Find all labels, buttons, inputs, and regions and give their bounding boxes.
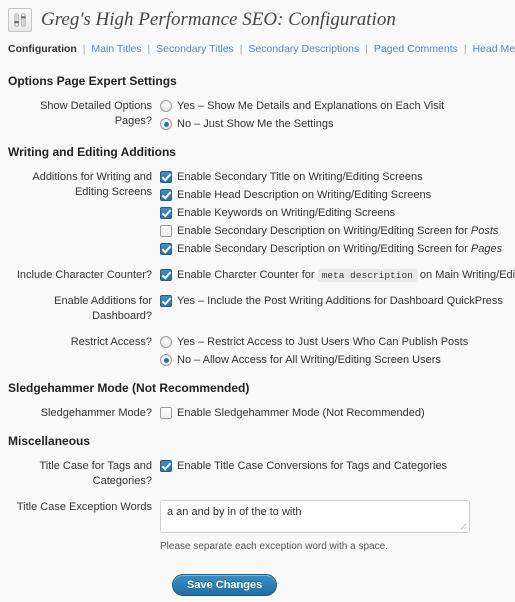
checkbox-icon[interactable] bbox=[160, 269, 172, 281]
settings-form: Options Page Expert Settings Show Detail… bbox=[0, 74, 515, 596]
field-row-sledgehammer-mode: Sledgehammer Mode? Enable Sledgehammer M… bbox=[0, 406, 515, 421]
checkbox-icon[interactable] bbox=[160, 171, 172, 183]
field-row-title-case: Title Case for Tags and Categories? Enab… bbox=[0, 459, 515, 489]
section-heading-sledgehammer: Sledgehammer Mode (Not Recommended) bbox=[8, 381, 250, 395]
field-row-dashboard-additions: Enable Additions for Dashboard? Yes – In… bbox=[0, 294, 515, 324]
field-row-restrict-access: Restrict Access? Yes – Restrict Access t… bbox=[0, 335, 515, 368]
checkbox-icon[interactable] bbox=[160, 225, 172, 237]
field-label-writing-additions: Additions for Writing and Editing Screen… bbox=[32, 171, 152, 198]
radio-option-restrict-yes[interactable]: Yes – Restrict Access to Just Users Who … bbox=[160, 335, 515, 350]
field-row-show-detailed-options: Show Detailed Options Pages? Yes – Show … bbox=[0, 99, 515, 132]
nav-item-secondary-descriptions[interactable]: Secondary Descriptions bbox=[248, 43, 359, 55]
breadcrumb-nav: Configuration | Main Titles | Secondary … bbox=[0, 34, 515, 61]
checkbox-icon[interactable] bbox=[160, 295, 172, 307]
field-label-sledgehammer-mode: Sledgehammer Mode? bbox=[40, 407, 152, 419]
field-label-title-case: Title Case for Tags and Categories? bbox=[39, 460, 152, 487]
checkbox-option-secondary-description-pages[interactable]: Enable Secondary Description on Writing/… bbox=[160, 242, 515, 257]
radio-icon[interactable] bbox=[160, 118, 172, 130]
checkbox-option-head-description[interactable]: Enable Head Description on Writing/Editi… bbox=[160, 188, 515, 203]
checkbox-label: Enable Secondary Description on Writing/… bbox=[177, 243, 503, 255]
nav-item-configuration[interactable]: Configuration bbox=[8, 43, 77, 55]
section-heading-options-page: Options Page Expert Settings bbox=[8, 74, 177, 88]
checkbox-label: Enable Secondary Title on Writing/Editin… bbox=[177, 171, 423, 183]
section-heading-writing-editing: Writing and Editing Additions bbox=[8, 145, 176, 159]
field-row-character-counter: Include Character Counter? Enable Charct… bbox=[0, 268, 515, 283]
checkbox-icon[interactable] bbox=[160, 407, 172, 419]
code-meta-description: meta description bbox=[317, 269, 417, 282]
checkbox-icon[interactable] bbox=[160, 207, 172, 219]
radio-option-show-details-yes[interactable]: Yes – Show Me Details and Explanations o… bbox=[160, 99, 515, 114]
nav-item-secondary-titles[interactable]: Secondary Titles bbox=[156, 43, 234, 55]
radio-option-show-details-no[interactable]: No – Just Show Me the Settings bbox=[160, 117, 515, 132]
radio-label: Yes – Show Me Details and Explanations o… bbox=[177, 100, 445, 112]
nav-separator: | bbox=[82, 43, 86, 55]
page-header: Greg's High Performance SEO: Configurati… bbox=[0, 0, 515, 34]
checkbox-label: Enable Title Case Conversions for Tags a… bbox=[177, 460, 448, 472]
exception-words-wrapper bbox=[160, 500, 470, 533]
checkbox-option-sledgehammer-mode[interactable]: Enable Sledgehammer Mode (Not Recommende… bbox=[160, 406, 515, 421]
radio-label: Yes – Restrict Access to Just Users Who … bbox=[177, 336, 469, 348]
nav-separator: | bbox=[365, 43, 368, 55]
field-row-writing-additions: Additions for Writing and Editing Screen… bbox=[0, 170, 515, 257]
checkbox-option-dashboard-quickpress[interactable]: Yes – Include the Post Writing Additions… bbox=[160, 294, 515, 309]
exception-words-hint: Please separate each exception word with… bbox=[160, 541, 388, 552]
checkbox-label: Enable Charcter Counter for meta descrip… bbox=[177, 269, 515, 282]
checkbox-option-character-counter[interactable]: Enable Charcter Counter for meta descrip… bbox=[160, 268, 515, 283]
checkbox-label: Enable Sledgehammer Mode (Not Recommende… bbox=[177, 407, 425, 419]
checkbox-label: Enable Keywords on Writing/Editing Scree… bbox=[177, 207, 396, 219]
nav-separator: | bbox=[147, 43, 151, 55]
exception-words-input[interactable] bbox=[160, 500, 470, 533]
checkbox-icon[interactable] bbox=[160, 460, 172, 472]
page-title: Greg's High Performance SEO: Configurati… bbox=[41, 9, 396, 30]
field-label-character-counter: Include Character Counter? bbox=[16, 269, 152, 281]
radio-label: No – Allow Access for All Writing/Editin… bbox=[177, 354, 441, 366]
field-label-dashboard-additions: Enable Additions for Dashboard? bbox=[54, 295, 152, 322]
checkbox-option-secondary-description-posts[interactable]: Enable Secondary Description on Writing/… bbox=[160, 224, 515, 239]
radio-icon[interactable] bbox=[160, 100, 172, 112]
checkbox-label: Enable Head Description on Writing/Editi… bbox=[177, 189, 432, 201]
field-row-exception-words: Title Case Exception Words Please separa… bbox=[0, 500, 515, 552]
nav-item-main-titles[interactable]: Main Titles bbox=[91, 43, 141, 55]
checkbox-option-keywords[interactable]: Enable Keywords on Writing/Editing Scree… bbox=[160, 206, 515, 221]
nav-separator: | bbox=[239, 43, 243, 55]
form-actions: Save Changes bbox=[172, 574, 515, 596]
save-changes-button[interactable]: Save Changes bbox=[172, 574, 278, 596]
radio-option-restrict-no[interactable]: No – Allow Access for All Writing/Editin… bbox=[160, 353, 515, 368]
radio-label: No – Just Show Me the Settings bbox=[177, 118, 334, 130]
radio-icon[interactable] bbox=[160, 336, 172, 348]
field-label-show-detailed-options: Show Detailed Options Pages? bbox=[40, 100, 152, 127]
field-label-restrict-access: Restrict Access? bbox=[70, 336, 152, 348]
checkbox-icon[interactable] bbox=[160, 189, 172, 201]
checkbox-option-title-case[interactable]: Enable Title Case Conversions for Tags a… bbox=[160, 459, 515, 474]
radio-icon[interactable] bbox=[160, 354, 172, 366]
nav-item-head-meta[interactable]: Head Meta bbox=[472, 43, 515, 55]
section-heading-miscellaneous: Miscellaneous bbox=[8, 434, 91, 448]
checkbox-icon[interactable] bbox=[160, 243, 172, 255]
field-label-exception-words: Title Case Exception Words bbox=[16, 501, 152, 513]
nav-item-paged-comments[interactable]: Paged Comments bbox=[374, 43, 458, 55]
nav-separator: | bbox=[463, 43, 467, 55]
checkbox-option-secondary-title[interactable]: Enable Secondary Title on Writing/Editin… bbox=[160, 170, 515, 185]
checkbox-label: Enable Secondary Description on Writing/… bbox=[177, 225, 499, 237]
emphasis-posts: Posts bbox=[470, 225, 499, 237]
emphasis-pages: Pages bbox=[470, 243, 503, 255]
checkbox-label: Yes – Include the Post Writing Additions… bbox=[177, 295, 503, 307]
settings-sliders-icon bbox=[8, 8, 32, 32]
